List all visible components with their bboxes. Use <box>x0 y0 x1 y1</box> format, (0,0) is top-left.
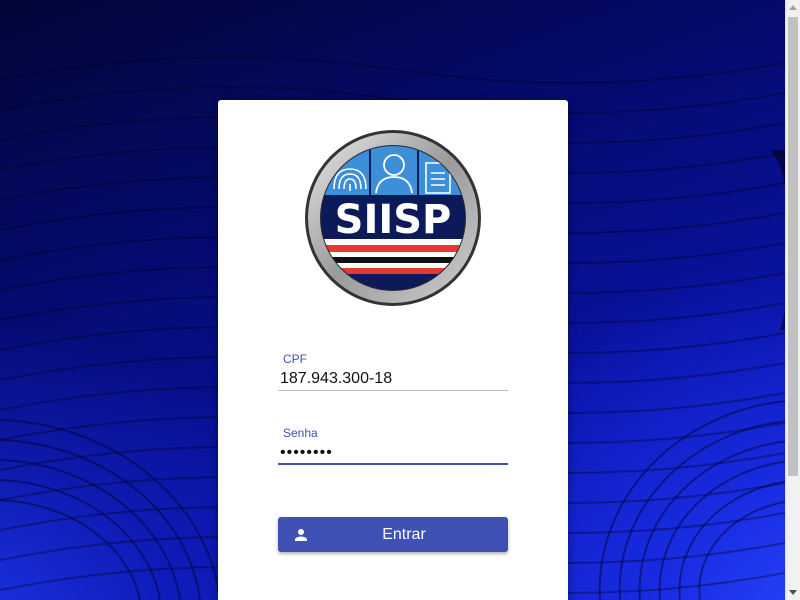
cpf-field: CPF <box>278 351 508 391</box>
scrollbar-thumb[interactable] <box>788 17 798 476</box>
senha-input[interactable] <box>278 441 508 465</box>
scroll-down-arrow-icon[interactable] <box>789 590 797 595</box>
logo-text: SIISP <box>335 197 452 243</box>
entrar-button[interactable]: Entrar <box>278 517 508 552</box>
siisp-seal-logo: SIISP <box>305 130 481 306</box>
senha-field: Senha <box>278 425 508 465</box>
login-card: SIISP CPF Senha Entrar <box>218 100 568 600</box>
vertical-scrollbar[interactable] <box>785 0 800 600</box>
senha-label: Senha <box>283 426 318 440</box>
entrar-button-label: Entrar <box>382 526 426 543</box>
cpf-label: CPF <box>283 352 307 366</box>
scroll-up-arrow-icon[interactable] <box>789 5 797 10</box>
person-icon <box>295 529 307 541</box>
cpf-input[interactable] <box>278 367 508 391</box>
